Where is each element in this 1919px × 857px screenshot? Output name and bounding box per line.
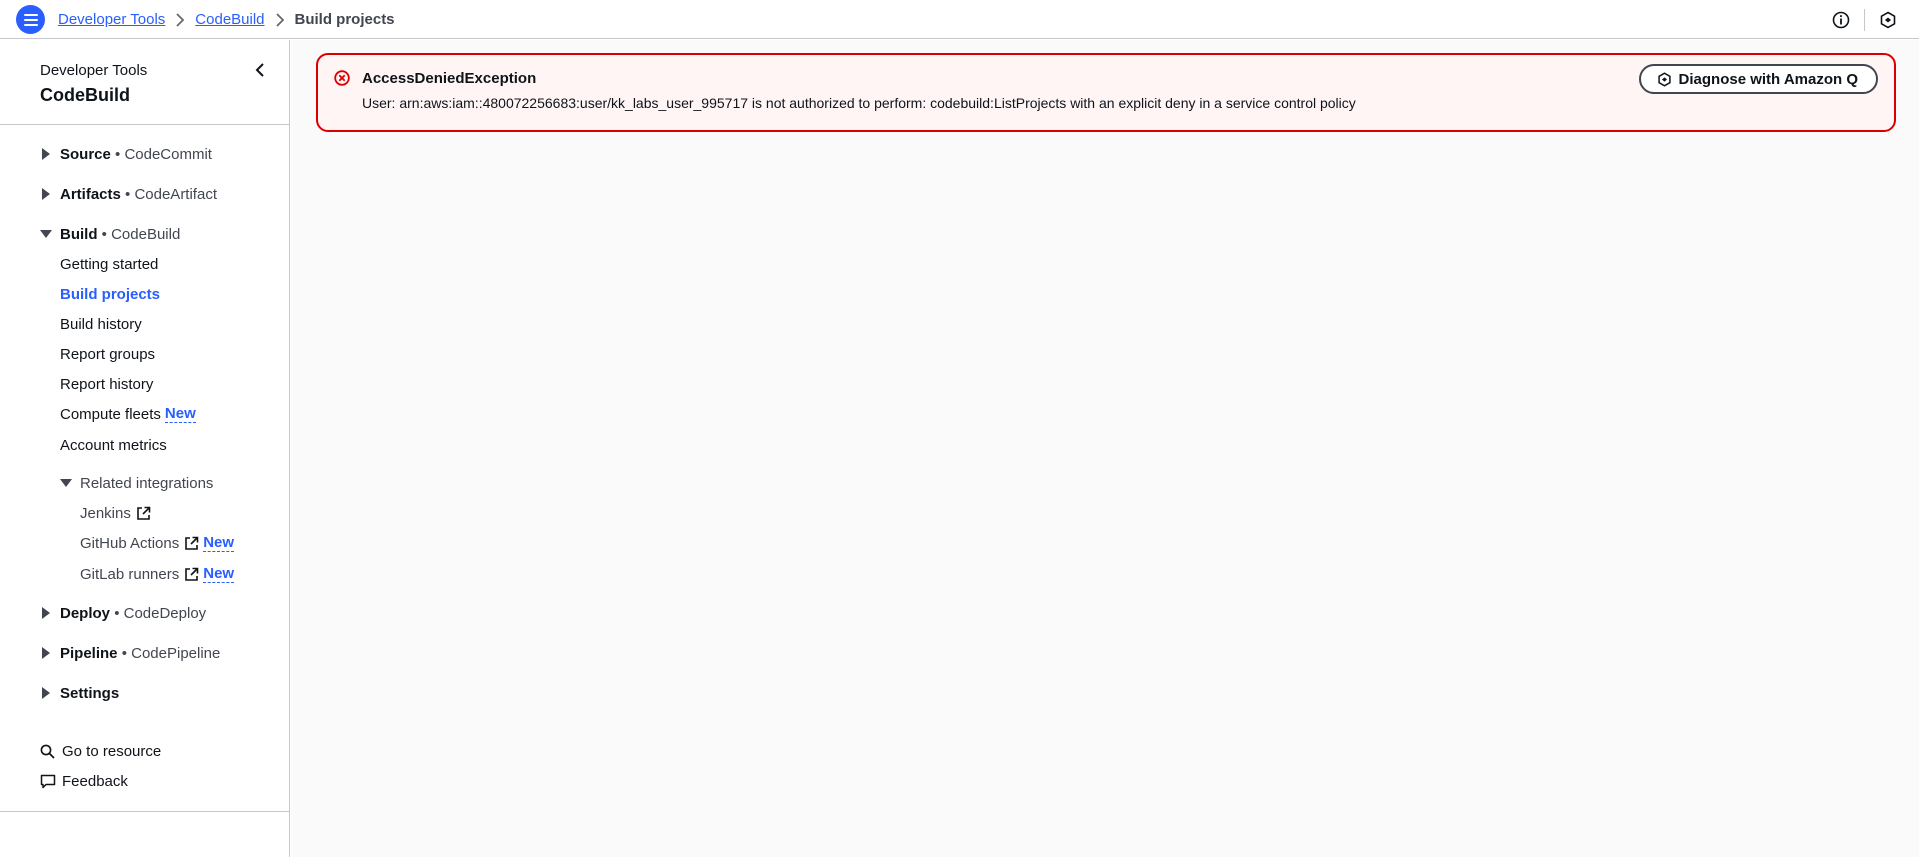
sidebar-item-build-history[interactable]: Build history [60, 313, 142, 335]
top-navigation-bar: Developer Tools CodeBuild Build projects [0, 0, 1919, 39]
sidebar-item-gitlab-runners[interactable]: GitLab runners New [80, 563, 235, 585]
sidebar-item-getting-started[interactable]: Getting started [60, 253, 158, 275]
new-badge[interactable]: New [203, 534, 235, 552]
chevron-right-icon [275, 12, 285, 27]
external-link-icon [184, 536, 199, 551]
caret-right-icon [40, 607, 52, 619]
nav-section-label: Related integrations [80, 474, 214, 492]
nav-section-settings[interactable]: Settings [40, 681, 119, 705]
nav-section-sub: • CodePipeline [121, 644, 221, 662]
top-utilities [1830, 0, 1899, 39]
nav-section-label: Deploy [60, 604, 111, 622]
caret-right-icon [40, 687, 52, 699]
side-nav-title[interactable]: CodeBuild [40, 85, 130, 106]
nav-section-related-integrations[interactable]: Related integrations [60, 471, 213, 495]
menu-icon[interactable] [16, 5, 45, 34]
nav-section-sub: • CodeArtifact [125, 185, 217, 203]
amazon-q-icon [1657, 71, 1672, 87]
nav-section-label: Source [60, 145, 111, 163]
divider [1864, 8, 1865, 31]
nav-section-label: Build [60, 225, 98, 243]
sidebar-item-report-history[interactable]: Report history [60, 373, 153, 395]
nav-section-pipeline[interactable]: Pipeline • CodePipeline [40, 641, 220, 665]
sidebar-item-github-actions[interactable]: GitHub Actions New [80, 532, 235, 554]
nav-section-label: Artifacts [60, 185, 121, 203]
side-nav-parent[interactable]: Developer Tools [40, 62, 147, 79]
info-icon[interactable] [1830, 9, 1852, 31]
nav-section-deploy[interactable]: Deploy • CodeDeploy [40, 601, 206, 625]
sidebar-item-build-projects[interactable]: Build projects [60, 283, 160, 305]
sidebar-item-label: Jenkins [80, 504, 131, 522]
button-label: Diagnose with Amazon Q [1678, 70, 1858, 88]
alert-title: AccessDeniedException [362, 70, 537, 87]
sidebar-item-label: GitHub Actions [80, 534, 180, 552]
nav-section-sub: • CodeDeploy [114, 604, 207, 622]
new-badge[interactable]: New [164, 405, 196, 423]
nav-section-source[interactable]: Source • CodeCommit [40, 142, 212, 166]
breadcrumb-developer-tools[interactable]: Developer Tools [58, 11, 165, 28]
side-navigation: Developer Tools CodeBuild Source • CodeC… [0, 40, 290, 857]
feedback-link[interactable]: Feedback [40, 770, 128, 792]
amazon-q-icon[interactable] [1877, 9, 1899, 31]
diagnose-with-amazon-q-button[interactable]: Diagnose with Amazon Q [1638, 64, 1878, 94]
util-label: Feedback [62, 772, 128, 790]
external-link-icon [184, 567, 199, 582]
go-to-resource-link[interactable]: Go to resource [40, 740, 161, 762]
breadcrumb: Developer Tools CodeBuild Build projects [58, 0, 395, 39]
sidebar-item-label: Compute fleets [60, 405, 161, 423]
nav-section-sub: • CodeBuild [101, 225, 181, 243]
side-navigation-header: Developer Tools CodeBuild [0, 40, 290, 125]
caret-right-icon [40, 647, 52, 659]
breadcrumb-current: Build projects [294, 11, 395, 28]
nav-section-label: Pipeline [60, 644, 118, 662]
nav-section-label: Settings [60, 684, 120, 702]
divider [0, 811, 290, 812]
sidebar-item-compute-fleets[interactable]: Compute fleets New [60, 403, 196, 425]
sidebar-item-label: GitLab runners [80, 565, 180, 583]
nav-section-artifacts[interactable]: Artifacts • CodeArtifact [40, 182, 217, 206]
main-content: AccessDeniedException User: arn:aws:iam:… [291, 40, 1919, 857]
sidebar-item-jenkins[interactable]: Jenkins [80, 502, 151, 524]
caret-right-icon [40, 148, 52, 160]
search-icon [40, 744, 58, 759]
chevron-left-icon[interactable] [249, 59, 271, 81]
new-badge[interactable]: New [203, 565, 235, 583]
caret-down-icon [40, 228, 52, 240]
breadcrumb-codebuild[interactable]: CodeBuild [195, 11, 264, 28]
sidebar-item-report-groups[interactable]: Report groups [60, 343, 155, 365]
error-icon [334, 70, 350, 86]
nav-section-build[interactable]: Build • CodeBuild [40, 222, 180, 246]
nav-section-sub: • CodeCommit [115, 145, 212, 163]
util-label: Go to resource [62, 742, 162, 760]
caret-right-icon [40, 188, 52, 200]
sidebar-item-account-metrics[interactable]: Account metrics [60, 434, 167, 456]
error-alert: AccessDeniedException User: arn:aws:iam:… [316, 53, 1896, 132]
feedback-icon [40, 774, 58, 789]
caret-down-icon [60, 477, 72, 489]
external-link-icon [136, 506, 151, 521]
chevron-right-icon [175, 12, 185, 27]
alert-message: User: arn:aws:iam::480072256683:user/kk_… [362, 95, 1356, 111]
